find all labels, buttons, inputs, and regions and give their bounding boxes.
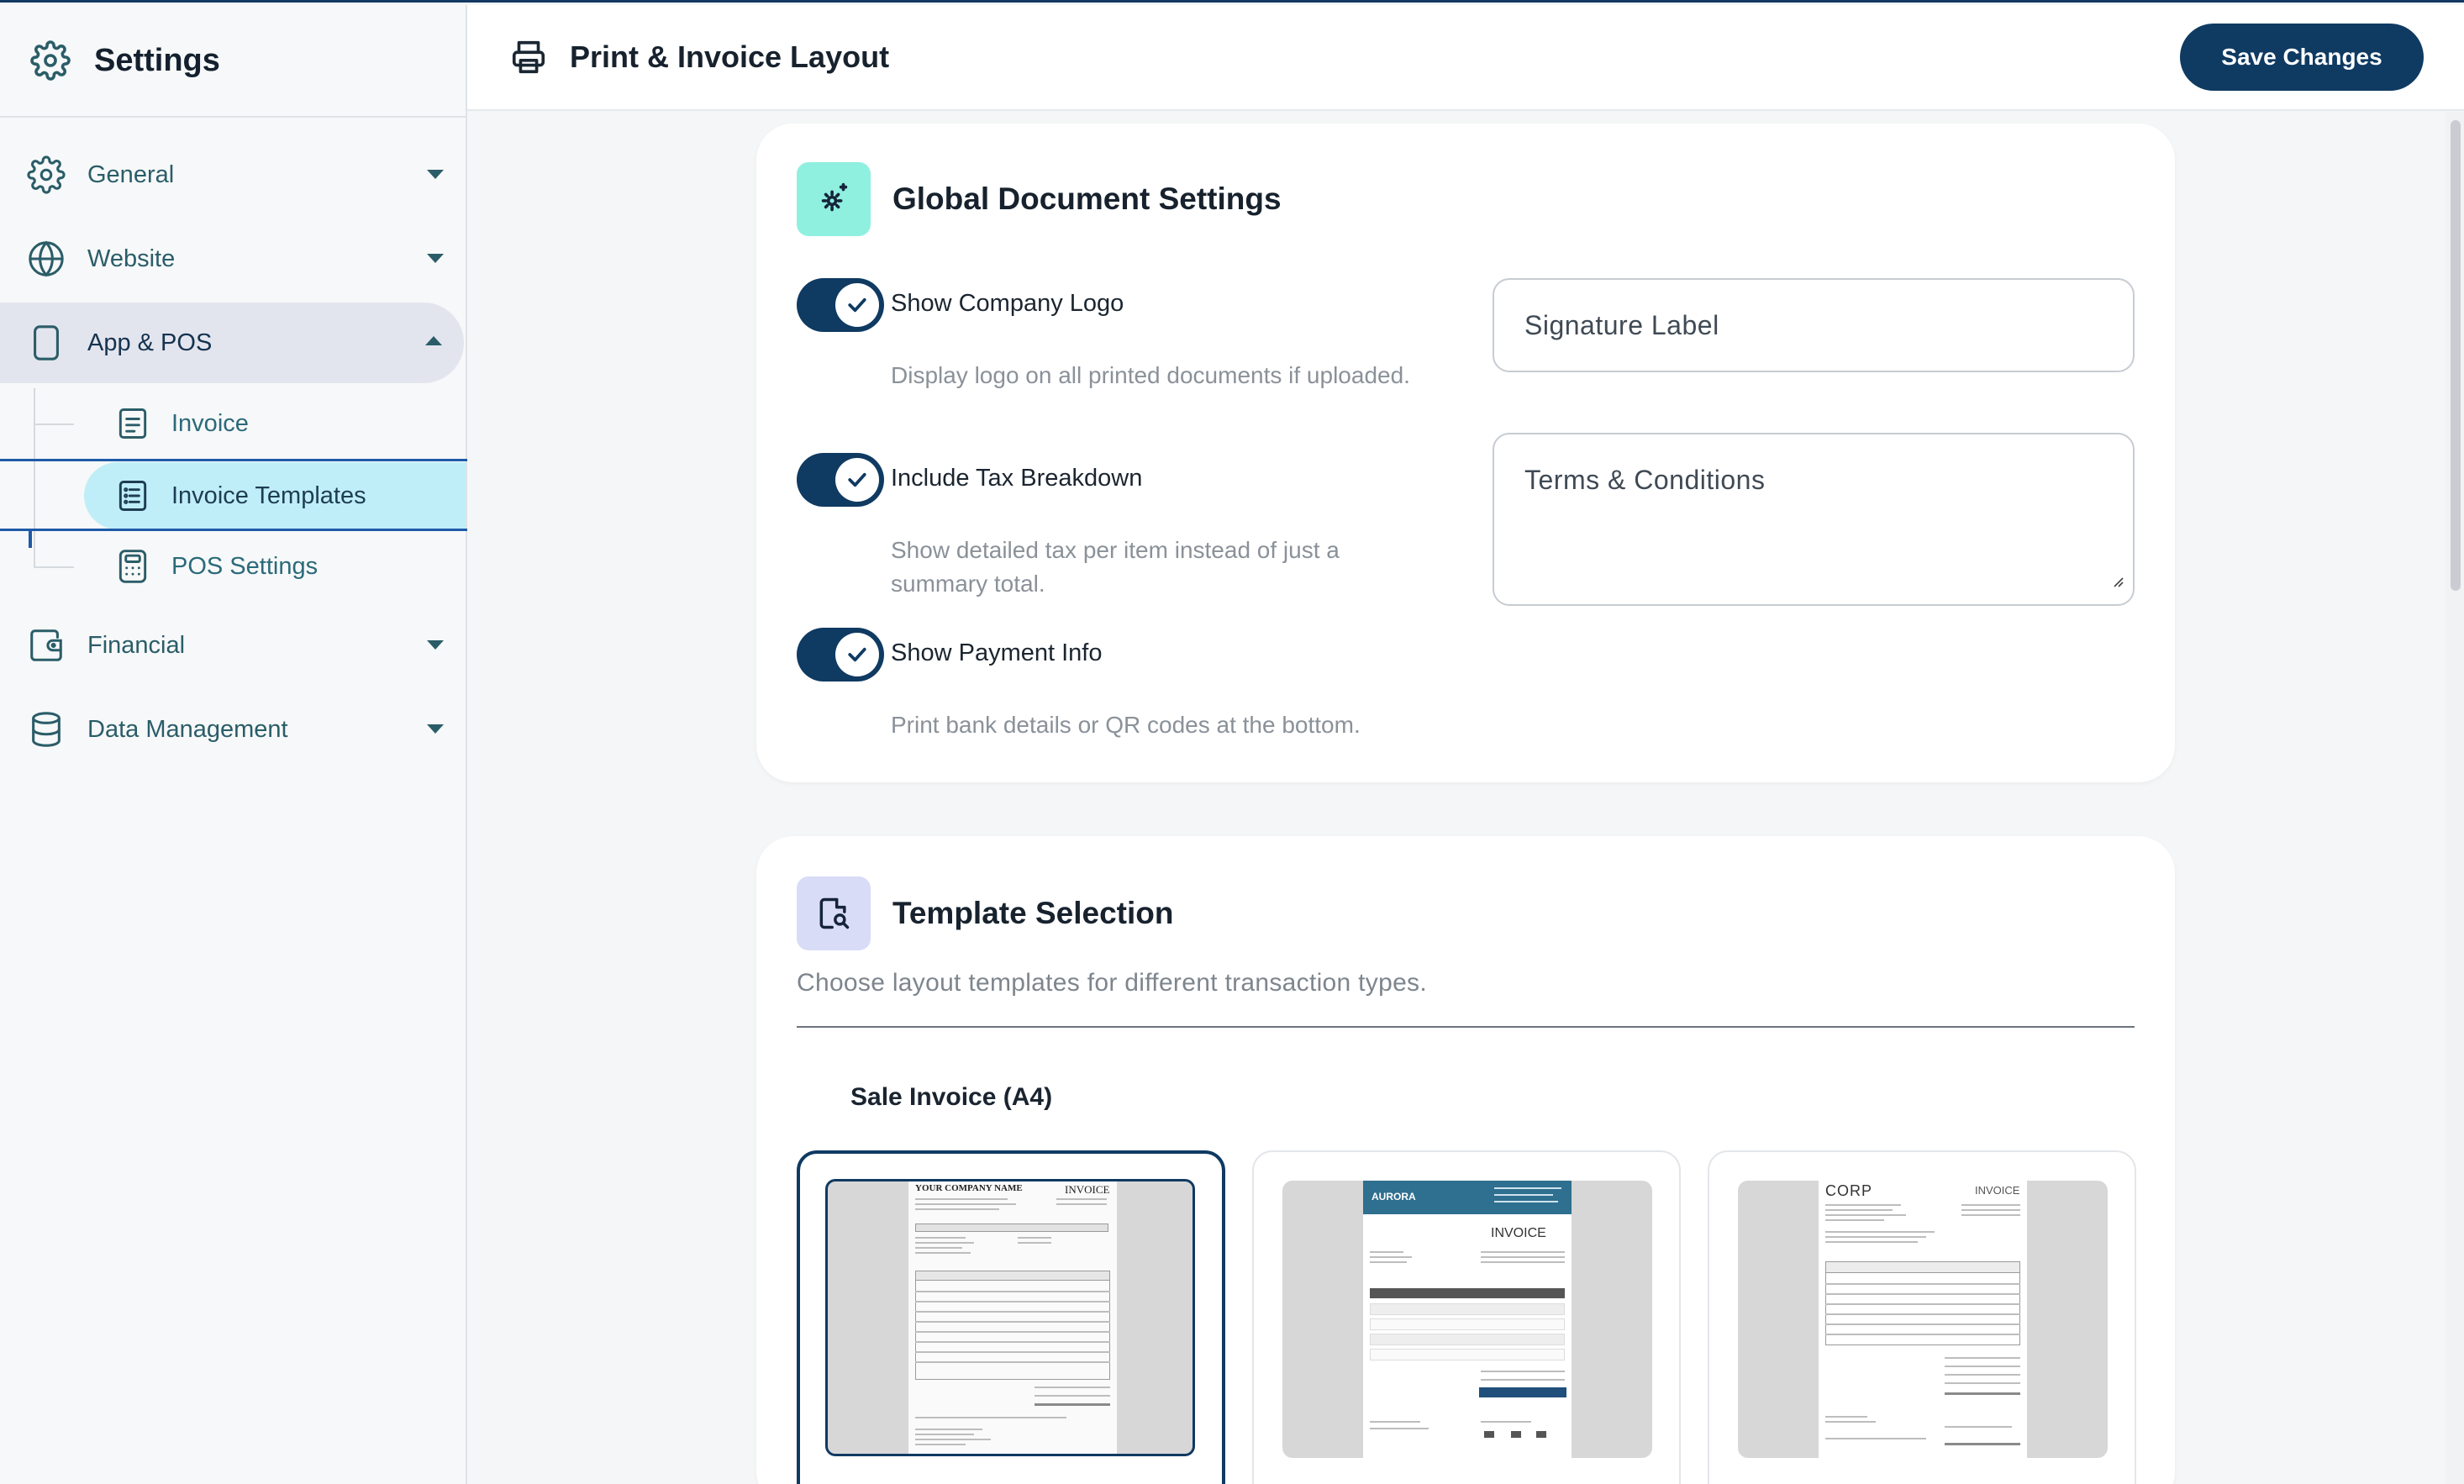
template-card-corp[interactable]: CORP INVOICE — [1708, 1150, 2136, 1484]
toggle-row-payment-info: Show Payment Info Print bank details or … — [797, 628, 1435, 754]
card-subtitle: Choose layout templates for different tr… — [797, 969, 1427, 997]
template-card-classic[interactable]: YOUR COMPANY NAME INVOICE — [797, 1150, 1225, 1484]
toggle-label: Show Payment Info — [891, 639, 1103, 666]
check-icon — [835, 633, 879, 676]
sidebar-subitem-label: Invoice — [171, 409, 249, 437]
chevron-down-icon — [427, 724, 444, 734]
save-changes-button[interactable]: Save Changes — [2180, 24, 2424, 91]
chevron-down-icon — [427, 170, 444, 179]
database-icon — [27, 710, 66, 749]
smartphone-icon — [27, 324, 66, 362]
sidebar-item-financial[interactable]: Financial — [0, 605, 466, 686]
tree-line — [34, 388, 35, 568]
sidebar-subitem-pos-settings[interactable]: POS Settings — [84, 533, 466, 600]
resize-grip-icon[interactable] — [2109, 562, 2124, 596]
toggle-description: Print bank details or QR codes at the bo… — [891, 712, 1361, 738]
sidebar-item-data-management[interactable]: Data Management — [0, 689, 466, 770]
sidebar-item-label: Financial — [87, 631, 186, 659]
toggle-label: Include Tax Breakdown — [891, 465, 1143, 492]
divider — [797, 1026, 2135, 1028]
gear-icon — [30, 40, 71, 81]
invoice-thumbnail: YOUR COMPANY NAME INVOICE — [908, 1181, 1117, 1454]
thumb-doc-title: INVOICE — [1975, 1184, 2020, 1197]
card-title: Template Selection — [892, 896, 1174, 930]
wallet-icon — [27, 626, 66, 665]
signature-label-placeholder: Signature Label — [1524, 310, 1719, 340]
card-title: Global Document Settings — [892, 182, 1282, 216]
template-preview: CORP INVOICE — [1738, 1181, 2108, 1458]
thumb-doc-title: INVOICE — [1065, 1183, 1110, 1196]
sidebar-item-label: App & POS — [87, 329, 213, 356]
tree-branch — [34, 424, 74, 425]
terms-conditions-placeholder: Terms & Conditions — [1524, 465, 1766, 495]
tree-branch — [34, 566, 74, 568]
section-label: Sale Invoice (A4) — [850, 1083, 1053, 1111]
toggle-row-tax-breakdown: Include Tax Breakdown Show detailed tax … — [797, 453, 1435, 613]
sidebar: Settings General Website App & POS Invoi… — [0, 5, 467, 1484]
calculator-icon — [114, 548, 151, 585]
thumb-doc-title: INVOICE — [1491, 1226, 1546, 1240]
main-scrollbar-thumb[interactable] — [2451, 120, 2461, 591]
toggle-label: Show Company Logo — [891, 290, 1124, 317]
chevron-down-icon — [427, 640, 444, 650]
sidebar-item-label: Website — [87, 245, 176, 272]
tax-breakdown-toggle[interactable] — [797, 453, 884, 507]
sidebar-subitem-label: Invoice Templates — [171, 482, 366, 509]
chevron-up-icon — [425, 336, 442, 345]
thumb-company: YOUR COMPANY NAME — [915, 1183, 1023, 1193]
sidebar-subitem-invoice-templates[interactable]: Invoice Templates — [84, 462, 466, 529]
chevron-down-icon — [427, 254, 444, 263]
global-settings-card: Global Document Settings Show Company Lo… — [756, 124, 2175, 782]
printer-icon — [509, 38, 548, 76]
gear-icon — [27, 155, 66, 194]
page-title: Print & Invoice Layout — [570, 39, 890, 74]
document-search-icon — [797, 876, 871, 950]
toggle-row-company-logo: Show Company Logo Display logo on all pr… — [797, 278, 1435, 438]
template-selection-card: Template Selection Choose layout templat… — [756, 836, 2175, 1484]
template-preview: YOUR COMPANY NAME INVOICE — [825, 1179, 1195, 1456]
check-icon — [835, 458, 879, 502]
sidebar-subitem-invoice[interactable]: Invoice — [84, 390, 466, 457]
active-indicator-tick — [29, 529, 32, 548]
sidebar-item-app-pos[interactable]: App & POS — [0, 303, 464, 383]
sidebar-item-label: Data Management — [87, 715, 288, 743]
signature-label-input[interactable]: Signature Label — [1493, 278, 2135, 372]
receipt-list-icon — [114, 477, 151, 514]
thumb-company: CORP — [1825, 1182, 1873, 1199]
sidebar-item-website[interactable]: Website — [0, 218, 466, 299]
invoice-thumbnail: CORP INVOICE — [1819, 1181, 2027, 1458]
sidebar-header: Settings — [0, 5, 466, 118]
thumb-company: AURORA — [1372, 1191, 1416, 1202]
terms-conditions-textarea[interactable]: Terms & Conditions — [1493, 433, 2135, 606]
settings-sparkle-icon — [797, 162, 871, 236]
toggle-description: Display logo on all printed documents if… — [891, 362, 1410, 388]
company-logo-toggle[interactable] — [797, 278, 884, 332]
card-header: Global Document Settings — [797, 162, 1282, 236]
card-header: Template Selection — [797, 876, 1173, 950]
sidebar-title: Settings — [94, 42, 220, 78]
sidebar-item-general[interactable]: General — [0, 134, 466, 215]
template-card-aurora[interactable]: AURORA INVOICE — [1252, 1150, 1681, 1484]
payment-info-toggle[interactable] — [797, 628, 884, 681]
document-icon — [114, 405, 151, 442]
template-preview: AURORA INVOICE — [1282, 1181, 1652, 1458]
invoice-thumbnail: AURORA INVOICE — [1363, 1181, 1572, 1458]
globe-icon — [27, 239, 66, 278]
topbar: Print & Invoice Layout Save Changes — [467, 5, 2464, 111]
check-icon — [835, 283, 879, 327]
sidebar-subitem-label: POS Settings — [171, 552, 319, 580]
toggle-description: Show detailed tax per item instead of ju… — [891, 537, 1340, 597]
sidebar-item-label: General — [87, 161, 175, 188]
